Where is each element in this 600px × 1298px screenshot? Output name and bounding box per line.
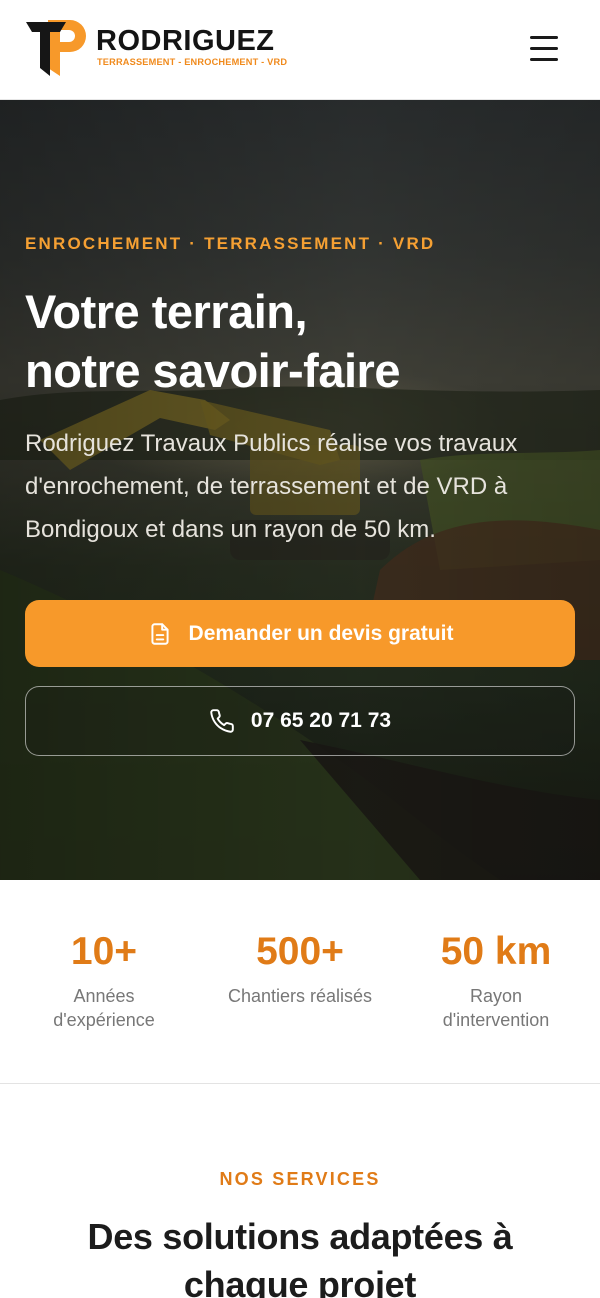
request-quote-label: Demander un devis gratuit <box>188 621 454 645</box>
stat-projects: 500+ Chantiers réalisés <box>200 928 400 1008</box>
site-header: RODRIGUEZ TERRASSEMENT - ENROCHEMENT - V… <box>0 0 600 100</box>
hero-title-line-1: Votre terrain, <box>25 285 308 338</box>
stat-label-line: Chantiers réalisés <box>227 986 373 1006</box>
services-title: Des solutions adaptées à chaque projet <box>87 1216 513 1298</box>
stat-experience: 10+ Années d'expérience <box>4 928 204 1032</box>
hamburger-menu-icon[interactable] <box>526 32 564 66</box>
stat-label-line: Années <box>73 986 135 1006</box>
hero-title: Votre terrain, notre savoir-faire <box>25 282 585 400</box>
document-icon <box>150 622 169 645</box>
logo-mark-icon <box>26 20 86 76</box>
stat-label-line: Rayon <box>469 986 523 1006</box>
stat-value: 50 km <box>440 930 552 973</box>
hero-section: ENROCHEMENT · TERRASSEMENT · VRD Votre t… <box>0 100 600 880</box>
stat-label-line: d'intervention <box>442 1010 550 1030</box>
hero-title-line-2: notre savoir-faire <box>25 344 400 397</box>
phone-icon <box>210 709 234 733</box>
stat-label: Années d'expérience <box>4 984 204 1032</box>
stat-radius: 50 km Rayon d'intervention <box>396 928 596 1032</box>
phone-number-label: 07 65 20 71 73 <box>250 709 392 732</box>
request-quote-button[interactable]: Demander un devis gratuit <box>25 600 575 667</box>
stat-label: Chantiers réalisés <box>200 984 400 1008</box>
brand-logo[interactable]: RODRIGUEZ TERRASSEMENT - ENROCHEMENT - V… <box>26 18 326 80</box>
services-eyebrow: NOS SERVICES <box>219 1169 381 1189</box>
stat-value: 10+ <box>70 930 138 973</box>
services-section: NOS SERVICES Des solutions adaptées à ch… <box>0 1085 600 1298</box>
hero-eyebrow: ENROCHEMENT · TERRASSEMENT · VRD <box>25 234 436 253</box>
call-phone-button[interactable]: 07 65 20 71 73 <box>25 686 575 756</box>
stats-section: 10+ Années d'expérience 500+ Chantiers r… <box>0 880 600 1084</box>
brand-tagline: TERRASSEMENT - ENROCHEMENT - VRD <box>97 57 288 67</box>
stat-label: Rayon d'intervention <box>396 984 596 1032</box>
stat-value: 500+ <box>256 930 344 973</box>
stat-label-line: d'expérience <box>53 1010 155 1030</box>
hero-description: Rodriguez Travaux Publics réalise vos tr… <box>25 430 518 543</box>
brand-name: RODRIGUEZ <box>96 25 275 57</box>
